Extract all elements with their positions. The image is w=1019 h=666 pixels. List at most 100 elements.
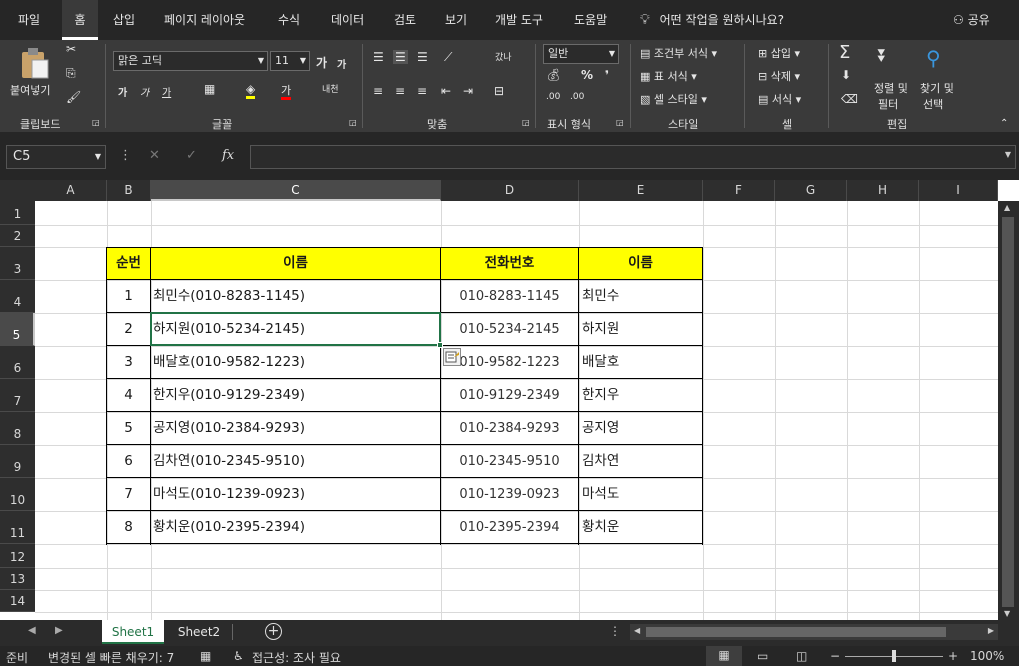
number-format-combo[interactable]: 일반 ▼ xyxy=(543,44,619,64)
column-header-a[interactable]: A xyxy=(35,180,107,201)
row-header-9[interactable]: 9 xyxy=(0,445,35,478)
bold-button[interactable]: 가 xyxy=(118,84,127,99)
cell-no[interactable]: 2 xyxy=(107,313,150,346)
cell-phone[interactable]: 010-5234-2145 xyxy=(441,313,578,346)
increase-indent-icon[interactable]: ⇥ xyxy=(463,84,473,98)
worksheet-grid[interactable]: ABCDEFGHI 1 2 3 4 5 6 7 8 9 10 11 12 13 14 순번 이름 전화번호… xyxy=(0,180,1019,620)
cell-name[interactable]: 마석도 xyxy=(582,478,702,511)
cell-name-phone[interactable]: 한지우(010-9129-2349) xyxy=(153,379,440,412)
status-accessibility[interactable]: 접근성: 조사 필요 xyxy=(252,649,341,666)
decrease-indent-icon[interactable]: ⇤ xyxy=(441,84,451,98)
column-header-i[interactable]: I xyxy=(919,180,998,201)
cell-name-phone[interactable]: 공지영(010-2384-9293) xyxy=(153,412,440,445)
accessibility-icon[interactable]: ♿︎ xyxy=(233,649,244,663)
more-tabs-icon[interactable]: ⋮ xyxy=(609,624,621,638)
cell-styles-button[interactable]: ▧ 셀 스타일 ▾ xyxy=(640,91,707,107)
hscroll-right-icon[interactable]: ▶ xyxy=(988,626,994,635)
row-header-5[interactable]: 5 xyxy=(0,313,35,346)
column-header-f[interactable]: F xyxy=(703,180,775,201)
cell-phone[interactable]: 010-1239-0923 xyxy=(441,478,578,511)
sheet-tab-1[interactable]: Sheet1 xyxy=(102,620,164,644)
cell-name[interactable]: 배달호 xyxy=(582,346,702,379)
font-size-combo[interactable]: 11 ▼ xyxy=(270,51,310,71)
tab-data[interactable]: 데이터 xyxy=(331,0,364,40)
find-select-button[interactable]: ⚲ 찾기 및 선택 xyxy=(920,46,962,112)
column-header-c[interactable]: C xyxy=(151,180,441,201)
row-header-14[interactable]: 14 xyxy=(0,590,35,612)
tab-formulas[interactable]: 수식 xyxy=(278,0,300,40)
row-header-4[interactable]: 4 xyxy=(0,280,35,313)
page-layout-view-icon[interactable]: ▭ xyxy=(757,649,768,663)
cell-no[interactable]: 1 xyxy=(107,280,150,313)
hscroll-left-icon[interactable]: ◀ xyxy=(634,626,640,635)
scroll-left-icon[interactable]: ◀ xyxy=(28,625,36,636)
header-cell-no[interactable]: 순번 xyxy=(107,247,150,279)
cell-phone[interactable]: 010-9129-2349 xyxy=(441,379,578,412)
shrink-font-button[interactable]: 가 xyxy=(337,56,346,71)
font-launcher-icon[interactable]: ◲ xyxy=(349,118,357,127)
scroll-right-icon[interactable]: ▶ xyxy=(55,625,63,636)
fill-down-icon[interactable]: ⬇ xyxy=(841,68,851,82)
add-sheet-icon[interactable]: + xyxy=(265,623,282,640)
align-center-icon[interactable]: ≡ xyxy=(395,84,405,98)
align-middle-icon[interactable]: ☰ xyxy=(393,50,408,64)
cell-name[interactable]: 한지우 xyxy=(582,379,702,412)
tab-home[interactable]: 홈 xyxy=(62,0,98,40)
tab-developer[interactable]: 개발 도구 xyxy=(495,0,543,40)
copy-icon[interactable]: ⎘ xyxy=(66,66,76,81)
cell-no[interactable]: 8 xyxy=(107,511,150,544)
cell-name[interactable]: 공지영 xyxy=(582,412,702,445)
tab-help[interactable]: 도움말 xyxy=(574,0,607,40)
tab-page-layout[interactable]: 페이지 레이아웃 xyxy=(164,0,245,40)
percent-button[interactable]: % xyxy=(581,68,593,82)
cell-no[interactable]: 5 xyxy=(107,412,150,445)
cell-phone[interactable]: 010-2395-2394 xyxy=(441,511,578,544)
number-launcher-icon[interactable]: ◲ xyxy=(616,118,624,127)
column-header-d[interactable]: D xyxy=(441,180,579,201)
enter-icon[interactable]: ✓ xyxy=(186,148,197,163)
row-header-7[interactable]: 7 xyxy=(0,379,35,412)
cell-name[interactable]: 황치운 xyxy=(582,511,702,544)
row-header-12[interactable]: 12 xyxy=(0,544,35,568)
font-name-combo[interactable]: 맑은 고딕 ▼ xyxy=(113,51,268,71)
tab-review[interactable]: 검토 xyxy=(394,0,416,40)
cell-name-phone[interactable]: 배달호(010-9582-1223) xyxy=(153,346,440,379)
row-header-13[interactable]: 13 xyxy=(0,568,35,590)
zoom-out-button[interactable]: − xyxy=(830,649,840,663)
row-header-3[interactable]: 3 xyxy=(0,247,35,280)
cell-name[interactable]: 김차연 xyxy=(582,445,702,478)
align-top-icon[interactable]: ☰ xyxy=(373,50,384,64)
column-header-e[interactable]: E xyxy=(579,180,703,201)
alignment-launcher-icon[interactable]: ◲ xyxy=(522,118,530,127)
zoom-in-button[interactable]: + xyxy=(948,649,958,663)
phonetic-button[interactable]: 내천 xyxy=(322,82,339,95)
cut-icon[interactable]: ✂ xyxy=(66,42,76,56)
formula-input[interactable]: ▼ xyxy=(250,145,1016,169)
cell-phone[interactable]: 010-8283-1145 xyxy=(441,280,578,313)
select-all-corner[interactable] xyxy=(0,180,35,201)
wrap-text-button[interactable]: 갔나 xyxy=(495,50,512,63)
cell-phone[interactable]: 010-2384-9293 xyxy=(441,412,578,445)
cell-name[interactable]: 하지원 xyxy=(582,313,702,346)
vertical-scrollbar[interactable]: ▲ ▼ xyxy=(998,201,1019,620)
decrease-decimal-button[interactable]: .00 xyxy=(570,92,584,102)
cell-name-phone[interactable]: 최민수(010-8283-1145) xyxy=(153,280,440,313)
header-cell-name2[interactable]: 이름 xyxy=(579,247,702,279)
zoom-slider-thumb[interactable] xyxy=(892,650,896,662)
collapse-ribbon-icon[interactable]: ⌃ xyxy=(1000,118,1008,129)
macro-record-icon[interactable]: ▦ xyxy=(200,649,211,663)
scroll-up-icon[interactable]: ▲ xyxy=(1004,203,1010,212)
align-right-icon[interactable]: ≡ xyxy=(417,84,427,98)
cell-phone[interactable]: 010-2345-9510 xyxy=(441,445,578,478)
italic-button[interactable]: 가 xyxy=(140,84,149,99)
delete-cells-button[interactable]: ⊟ 삭제 ▾ xyxy=(758,68,800,84)
header-cell-phone[interactable]: 전화번호 xyxy=(441,247,578,279)
autosum-button[interactable]: Σ xyxy=(839,42,850,63)
cell-name-phone[interactable]: 김차연(010-2345-9510) xyxy=(153,445,440,478)
cell-phone[interactable]: 010-9582-1223 xyxy=(441,346,578,379)
column-header-b[interactable]: B xyxy=(107,180,151,201)
align-left-icon[interactable]: ≡ xyxy=(373,84,383,98)
insert-cells-button[interactable]: ⊞ 삽입 ▾ xyxy=(758,45,800,61)
cell-name[interactable]: 최민수 xyxy=(582,280,702,313)
grow-font-button[interactable]: 가 xyxy=(316,54,327,71)
